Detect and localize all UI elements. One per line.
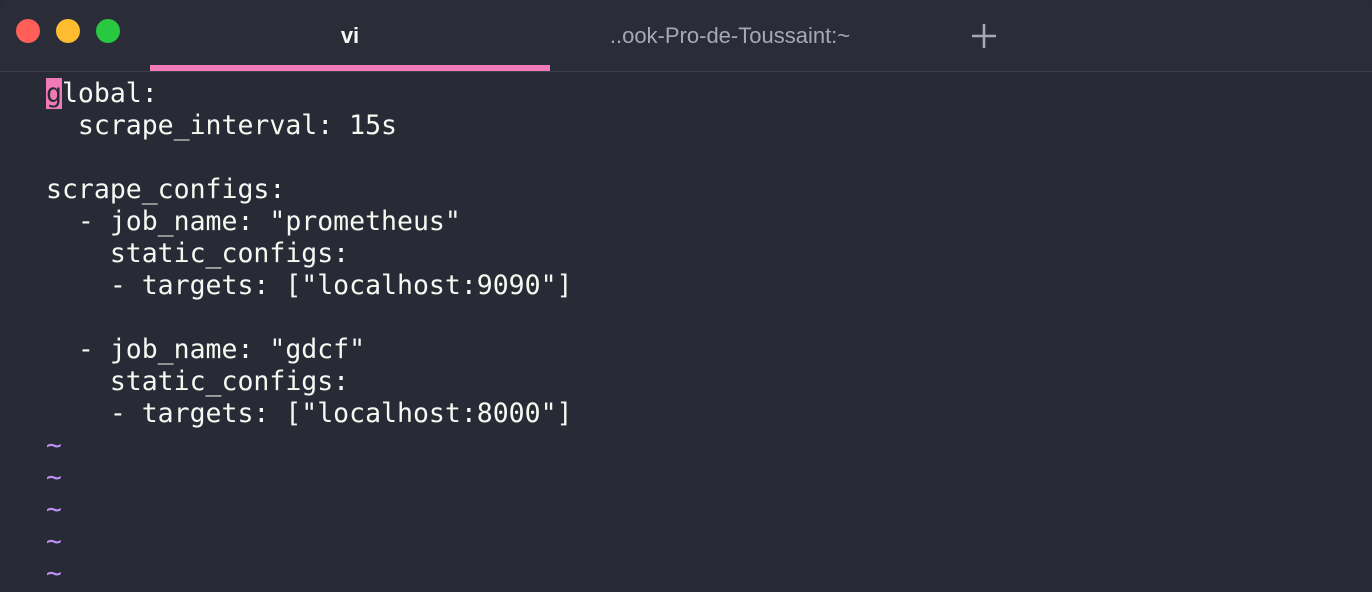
minimize-window-button[interactable] [56,19,80,43]
empty-line-marker: ~ [46,494,62,525]
tab-shell[interactable]: ..ook-Pro-de-Toussaint:~ [550,0,910,71]
editor-line: static_configs: [46,366,350,397]
editor-line: - targets: ["localhost:8000"] [46,398,573,429]
empty-line-marker: ~ [46,558,62,589]
active-tab-indicator [150,65,550,71]
vi-editor[interactable]: global: scrape_interval: 15s scrape_conf… [0,72,1372,592]
new-tab-button[interactable] [966,18,1002,54]
empty-line-marker: ~ [46,462,62,493]
close-window-button[interactable] [16,19,40,43]
text-cursor: g [46,78,62,109]
editor-line: global: [46,78,158,109]
plus-icon [972,24,996,48]
empty-line-marker: ~ [46,526,62,557]
editor-line: scrape_interval: 15s [46,110,397,141]
terminal-window: vi ..ook-Pro-de-Toussaint:~ global: scra… [0,0,1372,592]
tab-vi[interactable]: vi [150,0,550,71]
editor-line: - job_name: "gdcf" [46,334,366,365]
editor-line: scrape_configs: [46,174,286,205]
maximize-window-button[interactable] [96,19,120,43]
editor-line: - job_name: "prometheus" [46,206,461,237]
editor-line: - targets: ["localhost:9090"] [46,270,573,301]
editor-line: static_configs: [46,238,350,269]
tab-label: vi [340,22,360,48]
tab-label: ..ook-Pro-de-Toussaint:~ [609,22,851,48]
title-bar: vi ..ook-Pro-de-Toussaint:~ [0,0,1372,72]
empty-line-marker: ~ [46,430,62,461]
